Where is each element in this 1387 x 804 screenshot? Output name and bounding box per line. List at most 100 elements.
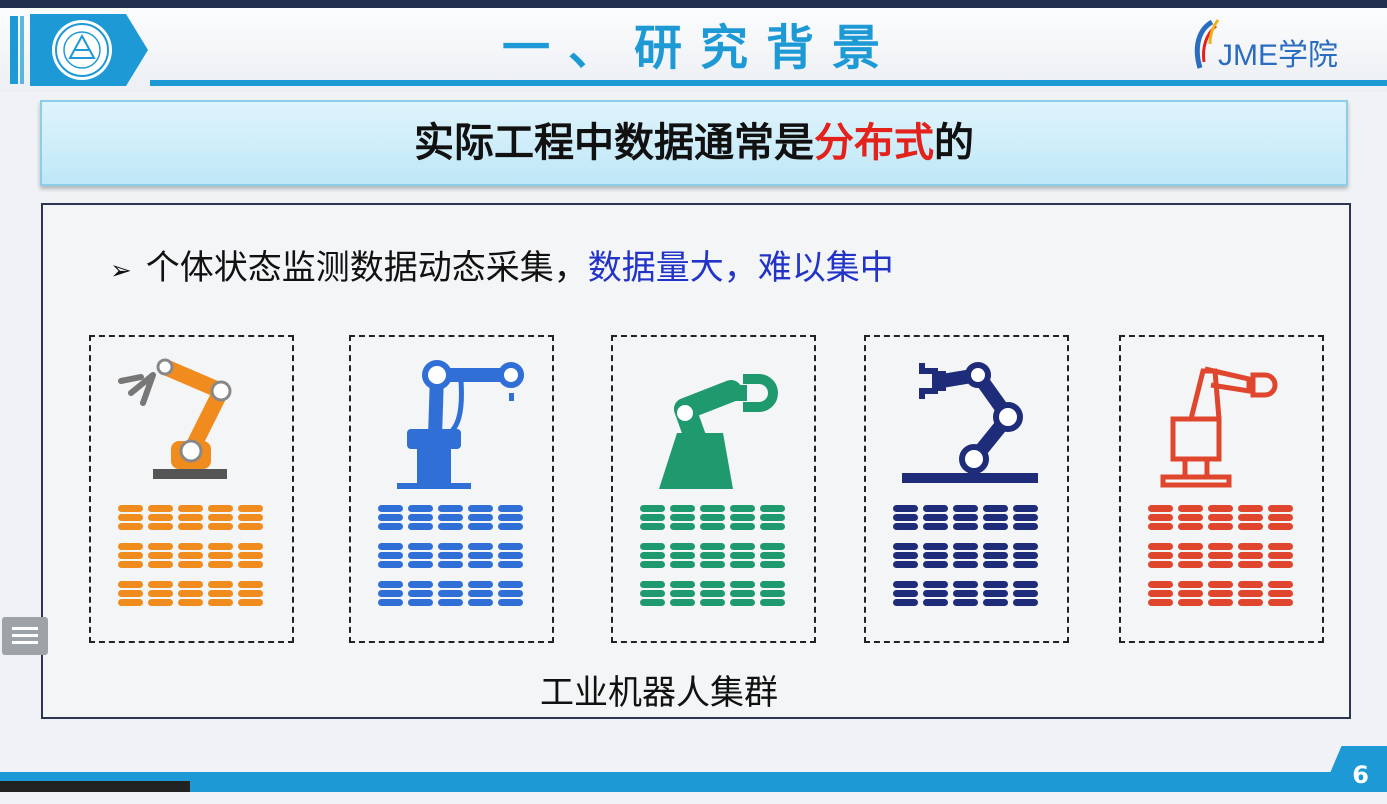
database-icon [700, 505, 725, 530]
top-bar [0, 0, 1387, 8]
database-icon [408, 543, 433, 568]
database-icon [1208, 543, 1233, 568]
database-icon [670, 505, 695, 530]
header-accent-stripe-2 [20, 16, 24, 84]
database-icon [760, 581, 785, 606]
database-icon [730, 581, 755, 606]
database-icon [1208, 505, 1233, 530]
database-icon [1178, 581, 1203, 606]
database-icon [1238, 581, 1263, 606]
green-database-stack-icons [640, 505, 785, 606]
subtitle-text: 实际工程中数据通常是 [414, 120, 814, 166]
bullet-text: 个体状态监测数据动态采集， [145, 248, 588, 288]
blue-database-stack-icons [378, 505, 523, 606]
database-icon [1268, 543, 1293, 568]
page-number: 6 [1322, 746, 1387, 792]
database-icon [1148, 581, 1173, 606]
taskbar-strip [0, 781, 190, 792]
blue-robot-arm-icon [397, 360, 524, 489]
database-icon [498, 505, 523, 530]
green-robot-arm-icon [659, 374, 778, 489]
database-icon [670, 543, 695, 568]
database-icon [148, 581, 173, 606]
database-icon [208, 543, 233, 568]
database-icon [208, 581, 233, 606]
navy-robot-arm-icon [902, 362, 1038, 483]
subtitle-highlight: 分布式 [814, 120, 934, 166]
database-icon [640, 543, 665, 568]
robot-card-red [1119, 335, 1324, 643]
brand-swoosh-icon [1194, 19, 1220, 69]
database-icon [118, 581, 143, 606]
robot-card-navy [864, 335, 1069, 643]
database-icon [438, 505, 463, 530]
red-database-stack-icons [1148, 505, 1293, 606]
brand-logo: JME学院 [1190, 18, 1380, 74]
database-icon [1238, 505, 1263, 530]
robot-card-orange [89, 335, 294, 643]
database-icon [178, 505, 203, 530]
outline-menu-button[interactable] [2, 617, 48, 655]
database-icon [923, 581, 948, 606]
database-icon [953, 505, 978, 530]
subtitle-suffix: 的 [934, 120, 974, 166]
database-icon [378, 505, 403, 530]
database-icon [118, 543, 143, 568]
database-icon [118, 505, 143, 530]
bullet-arrow-icon: ➢ [110, 256, 132, 286]
database-icon [438, 581, 463, 606]
database-icon [730, 543, 755, 568]
robot-card-blue [349, 335, 554, 643]
database-icon [983, 505, 1008, 530]
database-icon [468, 505, 493, 530]
database-icon [498, 543, 523, 568]
database-icon [468, 543, 493, 568]
database-icon [760, 505, 785, 530]
database-icon [953, 543, 978, 568]
robot-card-green [611, 335, 816, 643]
database-icon [148, 543, 173, 568]
database-icon [640, 505, 665, 530]
header-underline [150, 80, 1387, 86]
orange-database-stack-icons [118, 505, 263, 606]
database-icon [408, 581, 433, 606]
database-icon [1238, 543, 1263, 568]
database-icon [408, 505, 433, 530]
database-icon [953, 581, 978, 606]
subtitle-banner: 实际工程中数据通常是分布式的 [40, 100, 1348, 186]
database-icon [983, 543, 1008, 568]
database-icon [983, 581, 1008, 606]
database-icon [1208, 581, 1233, 606]
database-icon [148, 505, 173, 530]
database-icon [670, 581, 695, 606]
database-icon [893, 505, 918, 530]
database-icon [378, 543, 403, 568]
database-icon [923, 505, 948, 530]
database-icon [178, 543, 203, 568]
footer-bar [0, 772, 1387, 792]
bullet-emphasis-2: 难以集中 [757, 248, 894, 288]
database-icon [498, 581, 523, 606]
slide-title: 一、研究背景 [501, 20, 898, 76]
database-icon [1013, 505, 1038, 530]
database-icon [178, 581, 203, 606]
database-icon [1178, 505, 1203, 530]
database-icon [238, 543, 263, 568]
university-logo [30, 14, 148, 86]
database-icon [208, 505, 233, 530]
database-icon [700, 581, 725, 606]
database-icon [923, 543, 948, 568]
header-accent-stripe [10, 16, 18, 84]
database-icon [1013, 581, 1038, 606]
database-icon [1148, 543, 1173, 568]
database-icon [468, 581, 493, 606]
database-icon [1178, 543, 1203, 568]
database-icon [1148, 505, 1173, 530]
database-icon [1268, 581, 1293, 606]
bullet-point: ➢ 个体状态监测数据动态采集，数据量大，难以集中 [110, 240, 894, 289]
database-icon [700, 543, 725, 568]
orange-robot-arm-icon [118, 358, 232, 479]
database-icon [760, 543, 785, 568]
database-icon [238, 505, 263, 530]
database-icon [1013, 543, 1038, 568]
